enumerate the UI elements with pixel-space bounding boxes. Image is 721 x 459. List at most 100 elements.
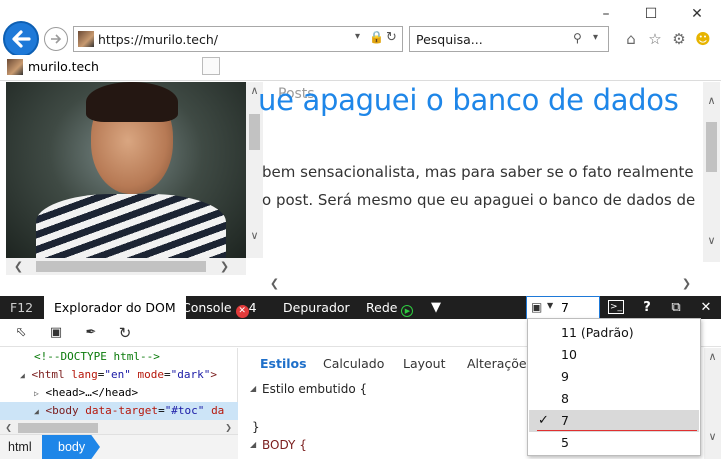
photo-hair <box>86 82 178 122</box>
document-mode-option[interactable]: 8 <box>529 388 699 410</box>
search-input[interactable]: Pesquisa... <box>416 32 483 47</box>
gear-icon[interactable]: ⚙ <box>670 30 688 48</box>
tab-favicon <box>7 59 23 75</box>
post-text-line-1: bem sensacionalista, mas para saber se o… <box>262 163 694 181</box>
console-toggle-icon[interactable]: >_ <box>608 300 624 314</box>
arrow-left-icon <box>12 30 31 48</box>
scroll-left-icon[interactable]: ❮ <box>266 275 283 292</box>
html-tag: <html <box>31 368 65 381</box>
more-tabs-icon[interactable]: ▼ <box>428 300 444 315</box>
refresh-dom-icon[interactable]: ↻ <box>116 324 134 342</box>
document-mode-option[interactable]: 9 <box>529 366 699 388</box>
scroll-down-icon[interactable]: ∨ <box>246 227 263 244</box>
scroll-left-icon[interactable]: ❮ <box>10 258 27 275</box>
document-mode-option-selected[interactable]: ✓ 7 <box>529 410 699 432</box>
collapse-arrow-icon[interactable]: ◢ <box>250 384 256 393</box>
browser-tab[interactable]: murilo.tech <box>3 55 198 79</box>
maximize-icon[interactable]: ☐ <box>636 4 666 24</box>
scroll-up-icon[interactable]: ∧ <box>704 348 721 365</box>
back-button[interactable] <box>3 21 39 57</box>
doctype-comment: <!--DOCTYPE html--> <box>34 350 160 363</box>
lock-icon[interactable]: 🔒 <box>369 30 384 44</box>
scroll-down-icon[interactable]: ∨ <box>704 428 721 445</box>
document-mode-option[interactable]: 5 <box>529 432 699 454</box>
color-picker-icon[interactable]: ✒ <box>82 324 100 342</box>
tab-debugger[interactable]: Depurador <box>283 300 350 315</box>
undock-icon[interactable]: ⧉ <box>668 300 684 315</box>
styles-vertical-scrollbar[interactable]: ∧ ∨ <box>704 348 721 459</box>
highlight-element-icon[interactable]: ▣ <box>47 324 65 342</box>
minimize-icon[interactable]: – <box>591 4 621 24</box>
rule-close-brace: } <box>252 420 260 434</box>
play-icon: ▶ <box>401 305 414 317</box>
attr-name: lang <box>71 368 98 381</box>
forward-button[interactable] <box>44 27 68 51</box>
breadcrumb-body[interactable]: body <box>42 435 100 459</box>
search-box[interactable]: Pesquisa... ⚲ ▾ <box>409 26 609 52</box>
attr-name: data-target <box>85 404 159 417</box>
site-favicon <box>78 31 94 47</box>
attr-value: "en" <box>104 368 131 381</box>
search-icon[interactable]: ⚲ <box>573 31 582 45</box>
attr-value: "#toc" <box>164 404 205 417</box>
scroll-right-icon[interactable]: ❯ <box>216 258 233 275</box>
chevron-down-icon: ▼ <box>547 301 554 310</box>
post-headline[interactable]: ue apaguei o banco de dados <box>258 83 704 117</box>
tab-layout[interactable]: Layout <box>403 356 446 371</box>
search-dropdown-icon[interactable]: ▾ <box>593 32 598 43</box>
scroll-thumb[interactable] <box>249 114 260 150</box>
collapse-arrow-icon[interactable]: ◢ <box>0 371 25 380</box>
document-mode-dropdown: 11 (Padrão) 10 9 8 ✓ 7 5 <box>527 318 701 456</box>
scroll-up-icon[interactable]: ∧ <box>703 92 720 109</box>
scroll-thumb[interactable] <box>18 423 98 433</box>
scroll-right-icon[interactable]: ❯ <box>678 275 695 292</box>
home-icon[interactable]: ⌂ <box>622 30 640 48</box>
tag-close: > <box>210 368 217 381</box>
address-bar[interactable]: https://murilo.tech/ ▾ 🔒 ↻ <box>73 26 403 52</box>
screen-icon: ▣ <box>531 300 543 314</box>
attr-name: da <box>211 404 225 417</box>
browser-chrome: – ☐ ✕ https://murilo.tech/ ▾ 🔒 ↻ Pesquis… <box>0 0 721 80</box>
tab-network-label: Rede <box>366 300 398 315</box>
tab-styles[interactable]: Estilos <box>260 356 307 371</box>
dom-node-doctype[interactable]: <!--DOCTYPE html--> <box>0 348 238 366</box>
head-tag: <head>…</head> <box>45 386 139 399</box>
close-devtools-icon[interactable]: ✕ <box>698 300 714 315</box>
select-element-icon[interactable]: ⬁ <box>12 324 30 342</box>
scroll-thumb[interactable] <box>36 261 206 272</box>
page-viewport: ∧ ∨ ❮ ❯ Posts ue apaguei o banco de dado… <box>0 80 721 294</box>
dom-breadcrumb: html body <box>0 434 238 459</box>
document-mode-select[interactable]: ▣ ▼ 7 <box>526 296 600 319</box>
url-text[interactable]: https://murilo.tech/ <box>98 32 218 47</box>
photo-horizontal-scrollbar[interactable]: ❮ ❯ <box>6 258 246 275</box>
help-icon[interactable]: ? <box>640 300 654 315</box>
star-icon[interactable]: ☆ <box>646 30 664 48</box>
tab-changes[interactable]: Alterações <box>467 356 533 371</box>
new-tab-button[interactable] <box>202 57 220 75</box>
breadcrumb-html[interactable]: html <box>8 440 32 454</box>
checkmark-icon: ✓ <box>538 413 549 428</box>
body-tag: <body <box>45 404 79 417</box>
scroll-down-icon[interactable]: ∨ <box>703 232 720 249</box>
dom-node-body[interactable]: ◢ <body data-target="#toc" da <box>0 402 238 420</box>
document-mode-option[interactable]: 11 (Padrão) <box>529 322 699 344</box>
document-mode-option[interactable]: 10 <box>529 344 699 366</box>
scroll-thumb[interactable] <box>706 122 717 172</box>
document-mode-value: 7 <box>561 300 569 315</box>
collapse-arrow-icon[interactable]: ◢ <box>250 440 256 449</box>
dom-node-html[interactable]: ◢ <html lang="en" mode="dark"> <box>0 366 238 384</box>
tab-console[interactable]: Console ✕ 4 <box>182 300 257 318</box>
profile-photo <box>6 82 246 258</box>
page-vertical-scrollbar[interactable]: ∧ ∨ <box>703 82 720 262</box>
page-horizontal-scrollbar[interactable]: ❮ ❯ <box>258 275 703 292</box>
tab-dom-explorer[interactable]: Explorador do DOM <box>44 296 186 319</box>
collapse-arrow-icon[interactable]: ◢ <box>0 407 39 416</box>
smiley-icon[interactable]: ☻ <box>694 30 712 48</box>
close-icon[interactable]: ✕ <box>682 4 712 24</box>
refresh-icon[interactable]: ↻ <box>386 30 397 45</box>
tab-computed[interactable]: Calculado <box>323 356 384 371</box>
expand-arrow-icon[interactable]: ▷ <box>0 389 39 398</box>
dropdown-icon[interactable]: ▾ <box>355 31 360 42</box>
dom-node-head[interactable]: ▷ <head>…</head> <box>0 384 238 402</box>
tab-network[interactable]: Rede ▶ <box>366 300 414 317</box>
